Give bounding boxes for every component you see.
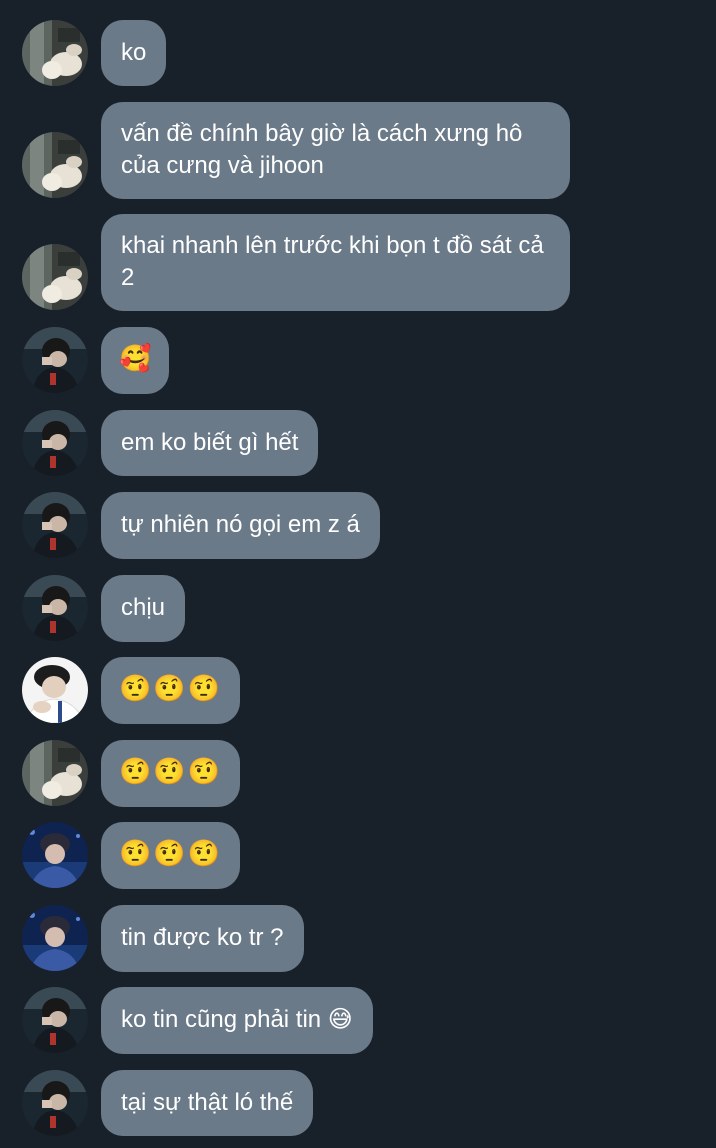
message-bubble[interactable]: vấn đề chính bây giờ là cách xưng hô của… — [101, 102, 570, 199]
message-bubble[interactable]: tự nhiên nó gọi em z á — [101, 492, 380, 559]
message-bubble[interactable]: khai nhanh lên trước khi bọn t đồ sát cả… — [101, 214, 570, 311]
avatar-hands-image — [22, 132, 88, 198]
avatar-blue-stage-image — [22, 905, 88, 971]
avatar[interactable] — [22, 20, 88, 86]
avatar[interactable] — [22, 132, 88, 198]
avatar[interactable] — [22, 657, 88, 723]
message-bubble[interactable]: 🤨🤨🤨 — [101, 657, 241, 724]
avatar-white-shirt-image — [22, 657, 88, 723]
avatar[interactable] — [22, 905, 88, 971]
avatar-dark-portrait-image — [22, 1070, 88, 1136]
avatar-hands-image — [22, 740, 88, 806]
message-bubble[interactable]: 🤨🤨🤨 — [101, 740, 241, 807]
avatar[interactable] — [22, 1070, 88, 1136]
message-bubble[interactable]: chịu — [101, 575, 186, 642]
message-bubble[interactable]: tin được ko tr ? — [101, 905, 304, 972]
avatar-dark-portrait-image — [22, 492, 88, 558]
avatar[interactable] — [22, 822, 88, 888]
avatar[interactable] — [22, 327, 88, 393]
avatar-dark-portrait-image — [22, 987, 88, 1053]
message-bubble[interactable]: 🤨🤨🤨 — [101, 822, 241, 889]
avatar[interactable] — [22, 987, 88, 1053]
avatar-hands-image — [22, 244, 88, 310]
avatar[interactable] — [22, 575, 88, 641]
avatar-dark-portrait-image — [22, 410, 88, 476]
message-bubble[interactable]: ko tin cũng phải tin 😅 — [101, 987, 373, 1054]
avatar-blue-stage-image — [22, 822, 88, 888]
avatar[interactable] — [22, 740, 88, 806]
avatar[interactable] — [22, 492, 88, 558]
avatar[interactable] — [22, 410, 88, 476]
message-bubble[interactable]: tại sự thật ló thế — [101, 1070, 314, 1136]
message-bubble[interactable]: 🥰 — [101, 327, 170, 394]
avatar-hands-image — [22, 20, 88, 86]
avatar[interactable] — [22, 244, 88, 310]
message-bubble[interactable]: em ko biết gì hết — [101, 410, 319, 476]
avatar-dark-portrait-image — [22, 327, 88, 393]
message-bubble[interactable]: ko — [101, 20, 167, 86]
chat-thread: ko vấn đề chính bây giờ là cách xưng hô … — [0, 0, 716, 1148]
avatar-dark-portrait-image — [22, 575, 88, 641]
